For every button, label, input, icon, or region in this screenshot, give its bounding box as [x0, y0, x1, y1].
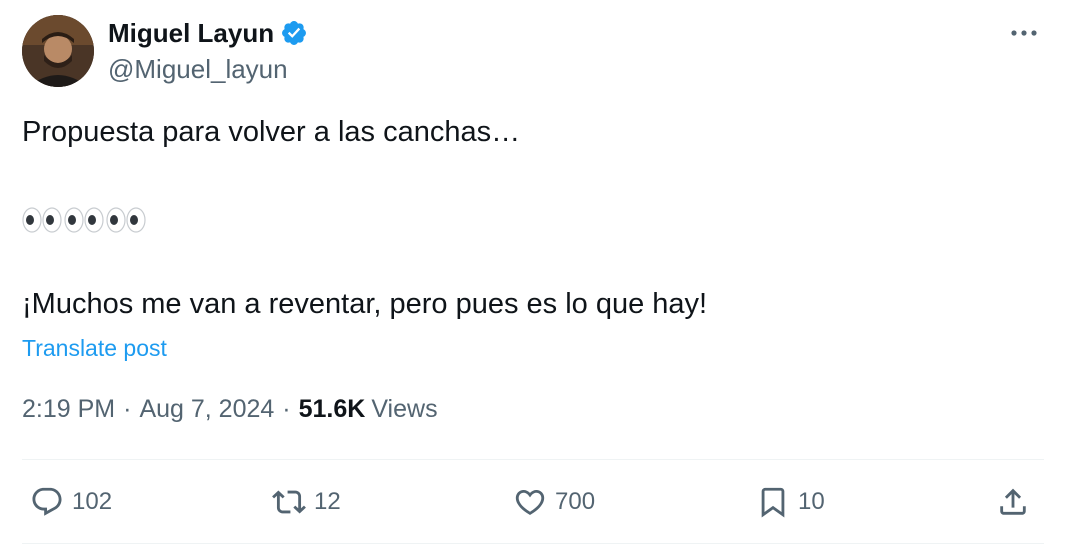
bookmark-button[interactable]: 10 [756, 482, 825, 522]
divider [22, 459, 1044, 460]
tweet: Miguel Layun @Miguel_layun Propuesta par… [0, 0, 1066, 554]
post-date[interactable]: Aug 7, 2024 [139, 395, 274, 424]
repost-button[interactable]: 12 [272, 482, 341, 522]
more-horizontal-icon [1011, 30, 1037, 36]
repost-icon [272, 490, 306, 514]
bookmark-icon [761, 487, 785, 518]
more-options-button[interactable] [1004, 16, 1044, 50]
post-emoji-row [22, 206, 146, 234]
eyes-emoji-icon [106, 206, 146, 234]
like-count: 700 [555, 488, 596, 515]
post-text-line-3: ¡Muchos me van a reventar, pero pues es … [22, 288, 708, 320]
reply-icon [32, 487, 62, 516]
repost-count: 12 [314, 488, 341, 515]
meta-separator: · [282, 395, 291, 423]
avatar[interactable] [22, 15, 94, 87]
reply-button[interactable]: 102 [30, 482, 112, 522]
meta-separator: · [123, 395, 132, 423]
heart-icon [515, 489, 545, 515]
translate-post-link[interactable]: Translate post [22, 335, 167, 362]
author-name-row: Miguel Layun [108, 16, 308, 50]
views-label: Views [371, 395, 438, 423]
eyes-emoji-icon [64, 206, 104, 234]
divider [22, 543, 1044, 544]
reply-count: 102 [72, 488, 113, 515]
author-handle[interactable]: @Miguel_layun [108, 54, 288, 85]
post-text-line-1: Propuesta para volver a las canchas… [22, 116, 521, 148]
share-icon [1000, 488, 1026, 515]
bookmark-count: 10 [798, 488, 825, 515]
display-name[interactable]: Miguel Layun [108, 18, 274, 49]
share-button[interactable] [996, 482, 1030, 522]
eyes-emoji-icon [22, 206, 62, 234]
verified-badge-icon[interactable] [280, 19, 308, 47]
post-time[interactable]: 2:19 PM [22, 395, 115, 424]
views-count: 51.6K [298, 395, 366, 423]
like-button[interactable]: 700 [513, 482, 595, 522]
post-meta: 2:19 PM · Aug 7, 2024 · 51.6K Views [22, 395, 438, 424]
